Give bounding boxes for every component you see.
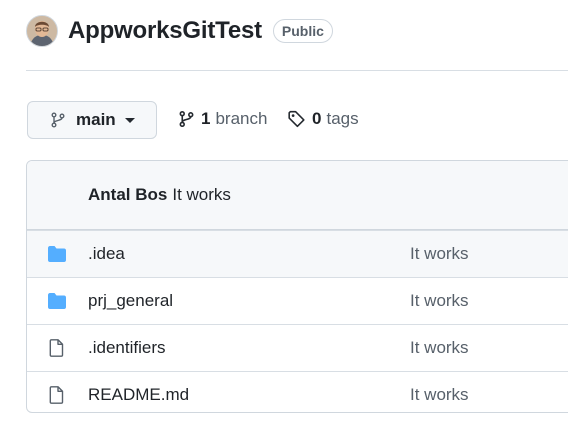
file-commit-message[interactable]: It works bbox=[410, 338, 469, 358]
file-icon bbox=[49, 339, 64, 357]
folder-icon bbox=[48, 246, 66, 262]
file-row[interactable]: .idea It works bbox=[27, 230, 568, 277]
branch-count: 1 bbox=[201, 109, 211, 128]
tag-label: tags bbox=[326, 109, 359, 128]
header-divider bbox=[26, 70, 568, 71]
avatar-photo-icon bbox=[27, 16, 57, 46]
commit-author[interactable]: Antal Bos bbox=[88, 185, 167, 205]
file-row[interactable]: README.md It works bbox=[27, 371, 568, 412]
folder-icon bbox=[48, 293, 66, 309]
file-name[interactable]: .idea bbox=[88, 244, 125, 264]
owner-avatar[interactable] bbox=[26, 15, 58, 47]
tag-count: 0 bbox=[312, 109, 322, 128]
file-name[interactable]: README.md bbox=[88, 385, 189, 405]
caret-down-icon bbox=[124, 117, 135, 123]
git-branch-icon bbox=[51, 112, 65, 128]
repo-header: AppworksGitTest Public bbox=[26, 14, 333, 48]
visibility-badge: Public bbox=[272, 19, 333, 43]
file-name[interactable]: prj_general bbox=[88, 291, 173, 311]
repo-name[interactable]: AppworksGitTest bbox=[68, 17, 262, 45]
file-row[interactable]: prj_general It works bbox=[27, 277, 568, 324]
branches-link[interactable]: 1 branch bbox=[178, 109, 267, 129]
branch-selector-button[interactable]: main bbox=[27, 101, 157, 139]
file-commit-message[interactable]: It works bbox=[410, 244, 469, 264]
tags-link[interactable]: 0 tags bbox=[287, 109, 359, 129]
commit-message[interactable]: It works bbox=[172, 185, 231, 205]
file-commit-message[interactable]: It works bbox=[410, 291, 469, 311]
latest-commit-bar: Antal Bos It works bbox=[27, 161, 568, 230]
branch-label: branch bbox=[215, 109, 268, 128]
current-branch-label: main bbox=[76, 110, 116, 129]
file-name[interactable]: .identifiers bbox=[88, 338, 165, 358]
file-list: Antal Bos It works .idea It works prj_ge… bbox=[26, 160, 568, 413]
git-branch-icon bbox=[179, 110, 194, 128]
tag-icon bbox=[288, 110, 305, 128]
file-row[interactable]: .identifiers It works bbox=[27, 324, 568, 371]
file-icon bbox=[49, 386, 64, 404]
file-commit-message[interactable]: It works bbox=[410, 385, 469, 405]
